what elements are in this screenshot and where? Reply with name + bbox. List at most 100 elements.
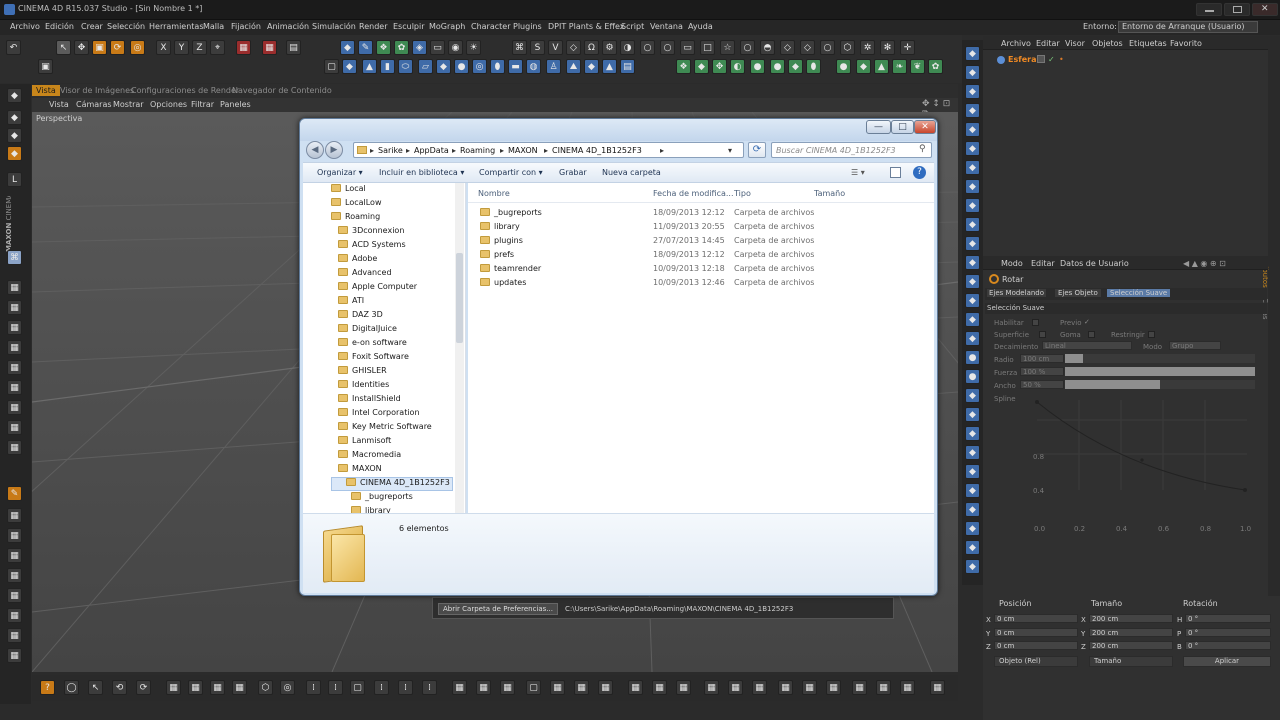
hex-tool-button[interactable]: ⬡	[258, 680, 273, 695]
grid-tool-10-button[interactable]: ▦	[598, 680, 613, 695]
spline-graph[interactable]	[1023, 396, 1259, 500]
grid-tool-13-button[interactable]: ▦	[676, 680, 691, 695]
restringir-checkbox[interactable]	[1148, 331, 1155, 338]
habilitar-checkbox[interactable]	[1032, 319, 1039, 326]
column-tamano[interactable]: Tamaño	[814, 189, 845, 198]
side-tool-12-button[interactable]: ◆	[965, 255, 980, 270]
viewport-menu-paneles[interactable]: Paneles	[216, 99, 255, 110]
tree-item[interactable]: LocalLow	[331, 198, 382, 212]
file-row[interactable]: updates 10/09/2013 12:46 Carpeta de archiv…	[468, 278, 934, 292]
organizar-button[interactable]: Organizar ▾	[317, 168, 363, 177]
breadcrumb-sarike[interactable]: Sarike	[378, 146, 403, 155]
poly-tool-5-button[interactable]: ▦	[7, 360, 22, 375]
rotate-tool-2-button[interactable]: ⟳	[136, 680, 151, 695]
sculpt-brush-button[interactable]: ✎	[7, 486, 22, 501]
grid-tool-4-button[interactable]: ▦	[232, 680, 247, 695]
side-tool-10-button[interactable]: ◆	[965, 217, 980, 232]
star-spline-button[interactable]: ☆	[720, 40, 735, 55]
side-tool-18-button[interactable]: ●	[965, 369, 980, 384]
objects-menu-favorito[interactable]: Favorito	[1170, 39, 1202, 48]
objects-menu-archivo[interactable]: Archivo	[1001, 39, 1031, 48]
dpit-tool-5-button[interactable]: ❦	[910, 59, 925, 74]
dots-tool-2-button[interactable]: ⁞	[328, 680, 343, 695]
poly-tool-7-button[interactable]: ▦	[7, 400, 22, 415]
breadcrumb-cinema4d[interactable]: CINEMA 4D_1B1252F3	[552, 146, 642, 155]
breadcrumb-appdata[interactable]: AppData	[414, 146, 449, 155]
file-row[interactable]: _bugreports 18/09/2013 12:12 Carpeta de ar…	[468, 208, 934, 222]
size-z-input[interactable]: 200 cm	[1089, 641, 1173, 650]
primitive-plane-2-button[interactable]: ▱	[418, 59, 433, 74]
menu-script[interactable]: Script	[621, 22, 644, 31]
poly-tool-10-button[interactable]: ▦	[7, 508, 22, 523]
plugin-tool-7-button[interactable]: ◑	[620, 40, 635, 55]
grid-tool-1-button[interactable]: ▦	[166, 680, 181, 695]
coord-system-button[interactable]: ⌖	[210, 40, 225, 55]
side-tool-4-button[interactable]: ◆	[965, 103, 980, 118]
tree-item[interactable]: Identities	[338, 380, 389, 394]
breadcrumb-roaming[interactable]: Roaming	[460, 146, 495, 155]
menu-seleccion[interactable]: Selección	[107, 22, 145, 31]
objects-menu-etiquetas[interactable]: Etiquetas	[1129, 39, 1167, 48]
column-fecha[interactable]: Fecha de modifica...	[653, 189, 734, 198]
cross-spline-button[interactable]: ✛	[900, 40, 915, 55]
file-row[interactable]: prefs 18/09/2013 12:12 Carpeta de archivos	[468, 250, 934, 264]
viewport-menu-opciones[interactable]: Opciones	[146, 99, 191, 110]
explorer-close-button[interactable]: ✕	[914, 120, 936, 134]
objects-menu-editar[interactable]: Editar	[1036, 39, 1060, 48]
camera-button[interactable]: ◉	[448, 40, 463, 55]
help-button[interactable]: ?	[913, 166, 926, 179]
mograph-sound-button[interactable]: ●	[770, 59, 785, 74]
tab-config-render[interactable]: Configuraciones de Render	[127, 85, 243, 96]
poly-tool-8-button[interactable]: ▦	[7, 420, 22, 435]
menu-malla[interactable]: Malla	[203, 22, 224, 31]
mograph-cloner-button[interactable]: ❖	[676, 59, 691, 74]
grid-tool-19-button[interactable]: ▦	[826, 680, 841, 695]
poly-tool-16-button[interactable]: ▦	[7, 628, 22, 643]
side-tool-26-button[interactable]: ◆	[965, 521, 980, 536]
menu-render[interactable]: Render	[359, 22, 387, 31]
grid-tool-7-button[interactable]: ▦	[500, 680, 515, 695]
diamond-spline-button[interactable]: ◇	[780, 40, 795, 55]
maximize-button[interactable]	[1224, 3, 1250, 16]
viewport-menu-mostrar[interactable]: Mostrar	[109, 99, 148, 110]
compartir-con-button[interactable]: Compartir con ▾	[479, 168, 543, 177]
tree-item[interactable]: Intel Corporation	[338, 408, 420, 422]
primitive-tube-button[interactable]: ◍	[526, 59, 541, 74]
poly-tool-1-button[interactable]: ▦	[7, 280, 22, 295]
grid-tool-22-button[interactable]: ▦	[900, 680, 915, 695]
menu-mograph[interactable]: MoGraph	[429, 22, 465, 31]
fuerza-slider-track[interactable]	[1065, 367, 1255, 376]
rot-b-input[interactable]: 0 °	[1185, 641, 1271, 650]
circle-spline-3-button[interactable]: ○	[820, 40, 835, 55]
circle-tool-button[interactable]: ◎	[280, 680, 295, 695]
tab-navegador-contenido[interactable]: Navegador de Contenido	[228, 85, 336, 96]
paint-tool-button[interactable]: ?	[40, 680, 55, 695]
primitive-figure-button[interactable]: ♙	[546, 59, 561, 74]
cube-button[interactable]: ◆	[340, 40, 355, 55]
address-bar[interactable]: ▸ Sarike ▸ AppData ▸ Roaming ▸ MAXON ▸ C…	[353, 142, 744, 158]
side-tool-14-button[interactable]: ◆	[965, 293, 980, 308]
tree-item[interactable]: ACD Systems	[338, 240, 406, 254]
pos-y-input[interactable]: 0 cm	[994, 628, 1078, 637]
address-dropdown-icon[interactable]: ▾	[728, 146, 732, 155]
light-button[interactable]: ☀	[466, 40, 481, 55]
attr-menu-datos-usuario[interactable]: Datos de Usuario	[1060, 259, 1129, 268]
size-y-input[interactable]: 200 cm	[1089, 628, 1173, 637]
coord-mode-select[interactable]: Objeto (Rel)	[994, 656, 1078, 667]
primitive-capsule-button[interactable]: ⬮	[490, 59, 505, 74]
frame-tool-2-button[interactable]: ▢	[526, 680, 541, 695]
side-tool-6-button[interactable]: ◆	[965, 141, 980, 156]
model-mode-button[interactable]: ◆	[7, 110, 22, 125]
primitive-cylinder-button[interactable]: ▮	[380, 59, 395, 74]
column-tipo[interactable]: Tipo	[734, 189, 751, 198]
spline-pen-button[interactable]: ✎	[358, 40, 373, 55]
grid-tool-2-button[interactable]: ▦	[188, 680, 203, 695]
side-tool-16-button[interactable]: ◆	[965, 331, 980, 346]
move-button[interactable]: ✥	[74, 40, 89, 55]
dpit-tool-6-button[interactable]: ✿	[928, 59, 943, 74]
menu-esculpir[interactable]: Esculpir	[393, 22, 425, 31]
poly-tool-9-button[interactable]: ▦	[7, 440, 22, 455]
dpit-tool-3-button[interactable]: ▲	[874, 59, 889, 74]
column-nombre[interactable]: Nombre	[478, 189, 510, 198]
file-row[interactable]: library 11/09/2013 20:55 Carpeta de archiv…	[468, 222, 934, 236]
